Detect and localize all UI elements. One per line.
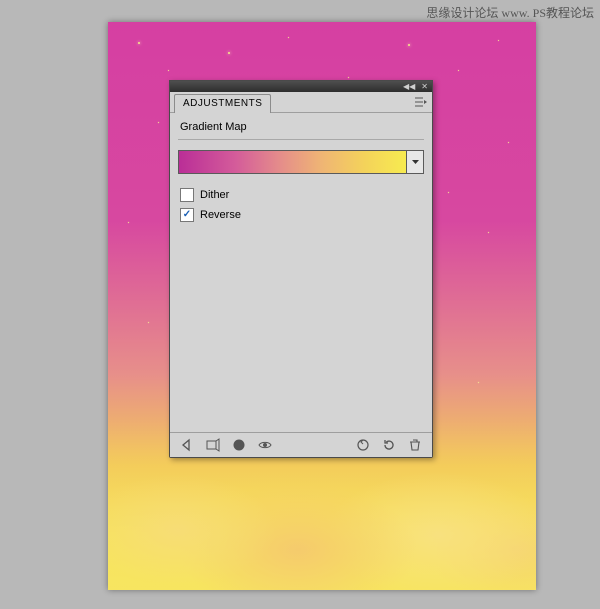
dither-row: Dither xyxy=(180,188,424,202)
dither-checkbox[interactable] xyxy=(180,188,194,202)
panel-tab-row: ADJUSTMENTS xyxy=(170,92,432,113)
panel-footer xyxy=(170,432,432,457)
close-icon[interactable]: ✕ xyxy=(421,83,428,91)
panel-titlebar[interactable]: ◀◀ ✕ xyxy=(170,81,432,92)
app-stage: 思缘设计论坛 www. PS教程论坛 ◀◀ ✕ ADJUSTMENTS Grad… xyxy=(0,0,600,609)
panel-body: Gradient Map Dither Reverse xyxy=(170,113,432,432)
gradient-swatch[interactable] xyxy=(178,150,406,174)
panel-menu-icon[interactable] xyxy=(414,96,428,108)
collapse-icon[interactable]: ◀◀ xyxy=(403,83,415,91)
separator xyxy=(178,139,424,140)
adjustment-title: Gradient Map xyxy=(180,121,424,133)
gradient-dropdown-button[interactable] xyxy=(406,150,424,174)
reverse-checkbox[interactable] xyxy=(180,208,194,222)
gradient-picker-row xyxy=(178,150,424,174)
expand-icon[interactable] xyxy=(202,436,224,454)
reset-icon[interactable] xyxy=(378,436,400,454)
mask-icon[interactable] xyxy=(228,436,250,454)
adjustments-panel: ◀◀ ✕ ADJUSTMENTS Gradient Map Dither xyxy=(169,80,433,458)
previous-state-icon[interactable] xyxy=(352,436,374,454)
trash-icon[interactable] xyxy=(404,436,426,454)
reverse-label: Reverse xyxy=(200,209,241,221)
eye-icon[interactable] xyxy=(254,436,276,454)
back-icon[interactable] xyxy=(176,436,198,454)
watermark-text: 思缘设计论坛 www. PS教程论坛 xyxy=(426,4,594,21)
tab-adjustments[interactable]: ADJUSTMENTS xyxy=(174,94,271,113)
dither-label: Dither xyxy=(200,189,229,201)
reverse-row: Reverse xyxy=(180,208,424,222)
